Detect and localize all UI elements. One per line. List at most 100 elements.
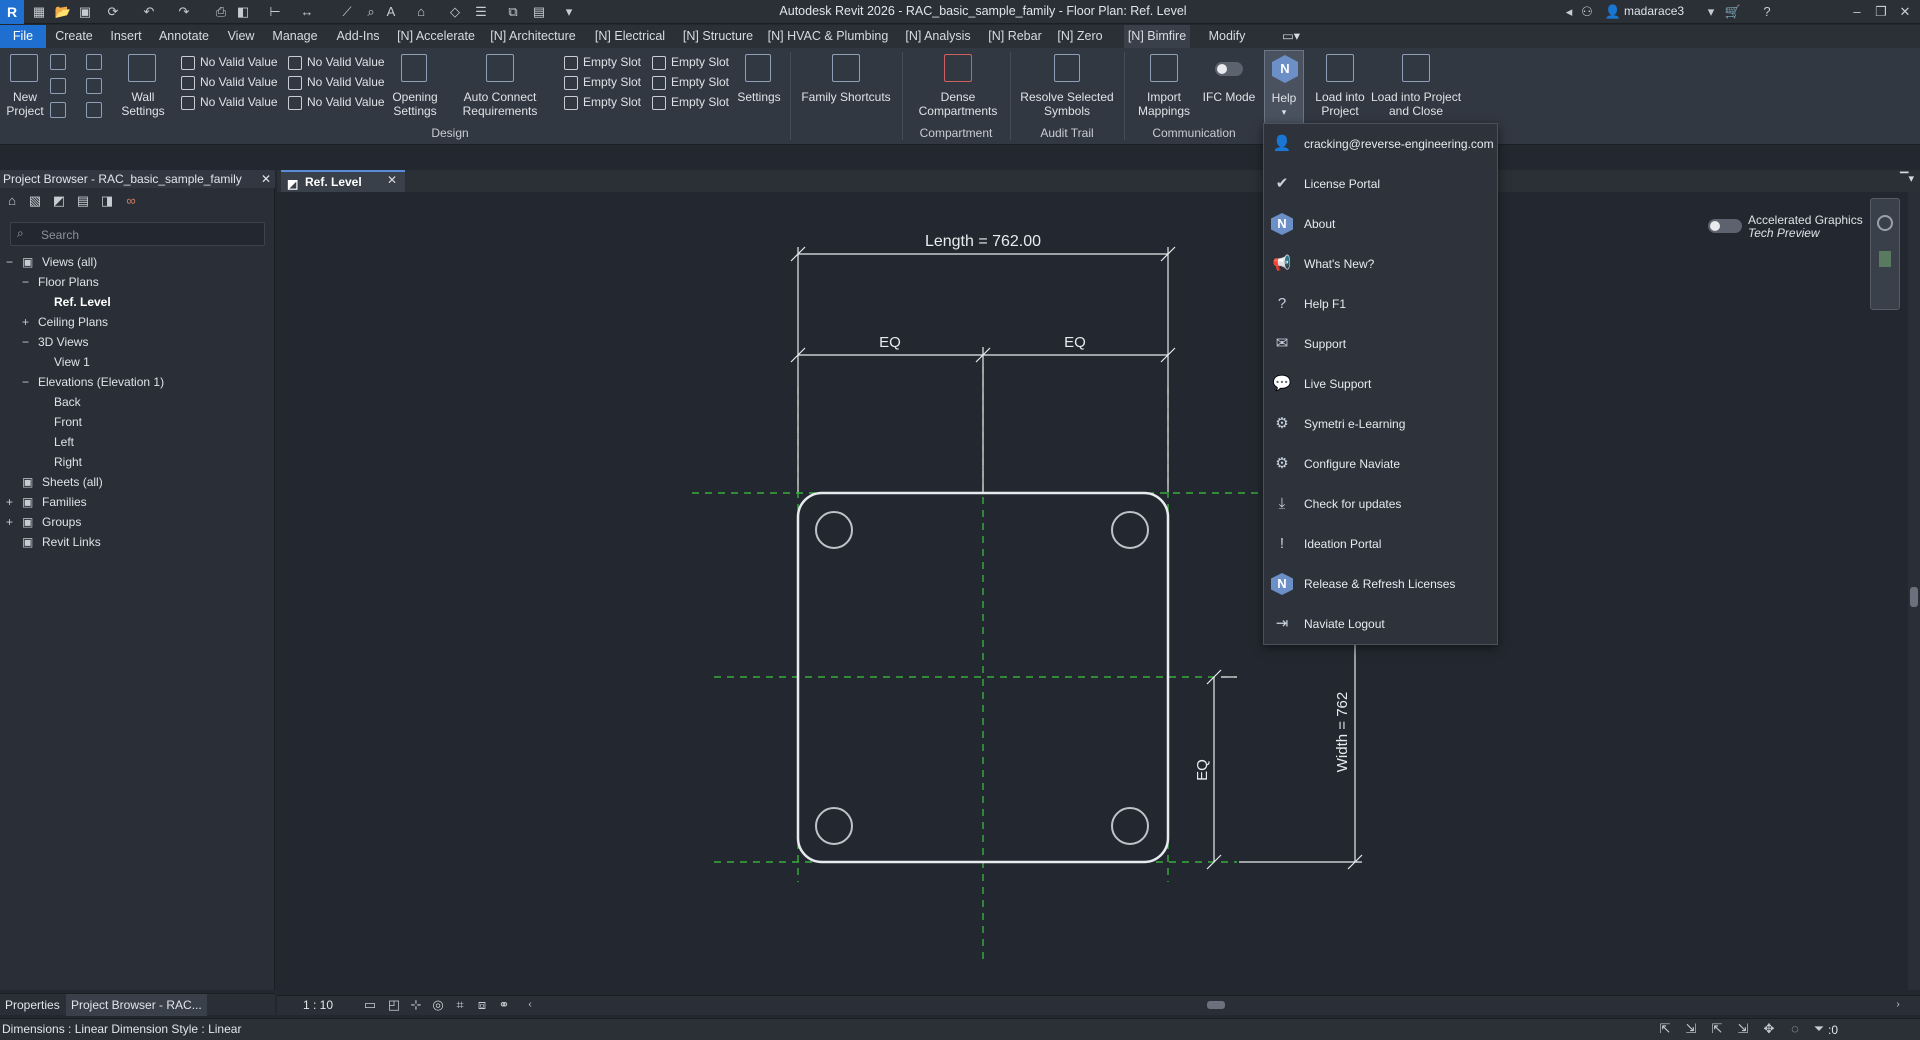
scroll-thumb[interactable]: [1910, 587, 1918, 607]
expand-icon[interactable]: +: [6, 514, 13, 530]
help-menu-item[interactable]: 💬 Live Support: [1264, 364, 1499, 404]
family-shortcuts-icon[interactable]: [832, 54, 860, 82]
no-valid-value-3[interactable]: No Valid Value: [181, 92, 285, 112]
empty-slot-5[interactable]: Empty Slot: [652, 72, 740, 92]
dense-compartments-button[interactable]: Dense Compartments: [910, 90, 1006, 118]
no-valid-value-4[interactable]: No Valid Value: [288, 52, 392, 72]
undo-icon[interactable]: ↶: [140, 3, 158, 21]
maximize-icon[interactable]: ❐: [1872, 3, 1890, 21]
tab-manage[interactable]: Manage: [268, 25, 322, 48]
3d-box-icon[interactable]: ▧: [26, 192, 44, 210]
crop-icon[interactable]: ⌗: [451, 996, 469, 1014]
help-menu-item[interactable]: ⚙ Configure Naviate: [1264, 444, 1499, 484]
steering-wheel-icon[interactable]: [1877, 215, 1893, 231]
vertical-scrollbar[interactable]: [1908, 192, 1920, 990]
expand-icon[interactable]: +: [6, 494, 13, 510]
resolve-selected-symbols-button[interactable]: Resolve Selected Symbols: [1018, 90, 1116, 118]
drawing-canvas[interactable]: Length = 762.00 EQ EQ Width = 762 EQ: [277, 192, 1908, 990]
wall-settings-icon[interactable]: [128, 54, 156, 82]
no-valid-value-5[interactable]: No Valid Value: [288, 72, 392, 92]
minimize-icon[interactable]: –: [1848, 3, 1866, 21]
auto-connect-button[interactable]: Auto Connect Requirements: [458, 90, 542, 118]
select-underlay-icon[interactable]: ⇲: [1682, 1020, 1700, 1038]
tag-icon[interactable]: ⌕: [362, 3, 380, 21]
empty-slot-1[interactable]: Empty Slot: [564, 52, 652, 72]
tree-item[interactable]: − Elevations (Elevation 1): [0, 374, 275, 390]
background-process-icon[interactable]: ◌: [1786, 1020, 1804, 1038]
collapse-icon[interactable]: −: [22, 274, 29, 290]
thin-lines-icon[interactable]: ☰: [472, 3, 490, 21]
help-menu-item[interactable]: ✉ Support: [1264, 324, 1499, 364]
opening-settings-button[interactable]: Opening Settings: [388, 90, 442, 118]
tool-a-icon[interactable]: [50, 54, 66, 70]
sync-icon[interactable]: ⟳: [104, 3, 122, 21]
bolt-hole[interactable]: [815, 511, 853, 549]
section-icon[interactable]: ◇: [446, 3, 464, 21]
tool-c-icon[interactable]: [50, 102, 66, 118]
empty-slot-6[interactable]: Empty Slot: [652, 92, 740, 112]
expand-icon[interactable]: +: [22, 314, 29, 330]
3d-view-icon[interactable]: ⌂: [412, 3, 430, 21]
settings-icon[interactable]: [745, 54, 771, 82]
tree-item[interactable]: Back: [0, 394, 275, 410]
project-browser-search[interactable]: ⌕ Search: [10, 222, 265, 246]
help-menu-item[interactable]: ? Help F1: [1264, 284, 1499, 324]
tab-project-browser[interactable]: Project Browser - RAC...: [66, 994, 207, 1016]
collapse-left-icon[interactable]: ◂: [1560, 3, 1578, 21]
empty-slot-3[interactable]: Empty Slot: [564, 92, 652, 112]
import-mappings-button[interactable]: Import Mappings: [1132, 90, 1196, 118]
no-valid-value-2[interactable]: No Valid Value: [181, 72, 285, 92]
tree-item[interactable]: Right: [0, 454, 275, 470]
text-icon[interactable]: A: [382, 3, 400, 21]
scroll-left-icon[interactable]: ‹: [521, 996, 539, 1014]
plate-outline[interactable]: [796, 491, 1170, 864]
tab-hvac-plumbing[interactable]: [N] HVAC & Plumbing: [764, 25, 892, 48]
tree-item[interactable]: Left: [0, 434, 275, 450]
tool-f-icon[interactable]: [86, 102, 102, 118]
bolt-hole[interactable]: [1111, 511, 1149, 549]
bolt-hole[interactable]: [815, 807, 853, 845]
select-by-face-icon[interactable]: ⇲: [1734, 1020, 1752, 1038]
help-menu-item[interactable]: ⇥ Naviate Logout: [1264, 604, 1499, 644]
tree-item[interactable]: Ref. Level: [0, 294, 275, 310]
tree-item[interactable]: Front: [0, 414, 275, 430]
no-valid-value-6[interactable]: No Valid Value: [288, 92, 392, 112]
chevron-down-icon[interactable]: ▾: [1702, 3, 1720, 21]
empty-slot-2[interactable]: Empty Slot: [564, 72, 652, 92]
help-menu-item[interactable]: N Release & Refresh Licenses: [1264, 564, 1499, 604]
cube-icon[interactable]: ◩: [50, 192, 68, 210]
tab-file[interactable]: File: [0, 25, 46, 48]
tab-electrical[interactable]: [N] Electrical: [588, 25, 672, 48]
help-menu-item[interactable]: 📢 What's New?: [1264, 244, 1499, 284]
new-project-icon[interactable]: [10, 54, 38, 82]
tree-item[interactable]: View 1: [0, 354, 275, 370]
tab-structure[interactable]: [N] Structure: [678, 25, 758, 48]
switch-windows-icon[interactable]: ▤: [530, 3, 548, 21]
recent-icon[interactable]: ▦: [30, 3, 48, 21]
tab-zero[interactable]: [N] Zero: [1052, 25, 1108, 48]
load-into-project-icon[interactable]: [1326, 54, 1354, 82]
accelerated-graphics-toggle[interactable]: [1708, 219, 1742, 233]
temp-hide-icon[interactable]: ⚭: [495, 996, 513, 1014]
resolve-symbols-icon[interactable]: [1054, 54, 1080, 82]
load-into-project-close-button[interactable]: Load into Project and Close: [1366, 90, 1466, 118]
tree-item[interactable]: Revit Links ▣: [0, 534, 275, 550]
horizontal-scroll-thumb[interactable]: [1207, 1001, 1225, 1009]
empty-slot-4[interactable]: Empty Slot: [652, 52, 740, 72]
sheet-icon[interactable]: ▤: [74, 192, 92, 210]
tab-view[interactable]: View: [220, 25, 262, 48]
tree-item[interactable]: + Groups ▣: [0, 514, 275, 530]
tab-menu-icon[interactable]: ▔▾: [1900, 172, 1914, 185]
dense-compartments-icon[interactable]: [944, 54, 972, 82]
save-icon[interactable]: ▣: [76, 3, 94, 21]
help-question-icon[interactable]: ?: [1758, 3, 1776, 21]
tab-create[interactable]: Create: [50, 25, 98, 48]
help-button[interactable]: N Help ▾: [1264, 50, 1304, 124]
select-pinned-icon[interactable]: ⇱: [1708, 1020, 1726, 1038]
close-icon[interactable]: ✕: [1896, 3, 1914, 21]
panel-toggle-icon[interactable]: ▭▾: [1276, 25, 1306, 48]
bolt-hole[interactable]: [1111, 807, 1149, 845]
tab-add-ins[interactable]: Add-Ins: [328, 25, 388, 48]
import-mappings-icon[interactable]: [1150, 54, 1178, 82]
revit-logo-icon[interactable]: R: [0, 0, 24, 24]
